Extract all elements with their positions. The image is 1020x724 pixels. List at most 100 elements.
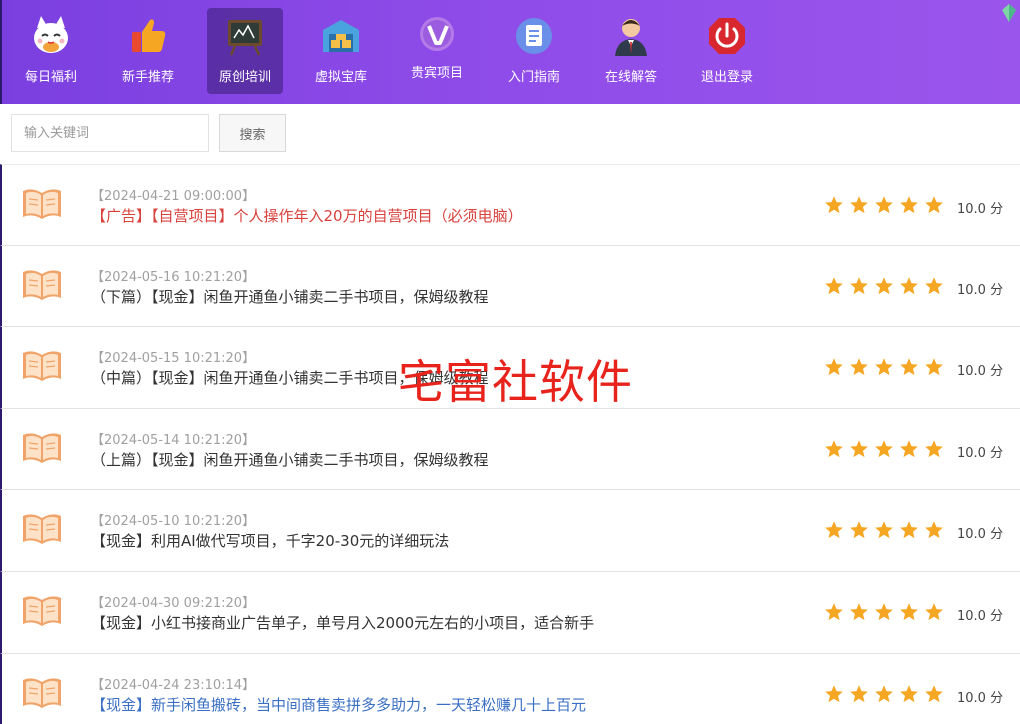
nav-item-label: 新手推荐 bbox=[121, 70, 174, 85]
list-item-score: 10.0 分 bbox=[957, 690, 1004, 706]
star-icon bbox=[899, 602, 919, 622]
star-icon bbox=[849, 357, 869, 377]
star-icon bbox=[874, 276, 894, 296]
star-icon bbox=[824, 276, 844, 296]
open-book-icon bbox=[21, 593, 63, 629]
nav-item-original-training[interactable]: 原创培训 bbox=[207, 8, 283, 94]
star-icon bbox=[849, 684, 869, 704]
star-icon bbox=[924, 602, 944, 622]
rating-stars bbox=[824, 684, 944, 704]
list-item[interactable]: 【2024-04-30 09:21:20】 【现金】小红书接商业广告单子，单号月… bbox=[0, 571, 1020, 654]
star-icon bbox=[824, 684, 844, 704]
search-input[interactable] bbox=[11, 114, 209, 152]
rating-stars bbox=[824, 195, 944, 215]
list-item-score: 10.0 分 bbox=[957, 202, 1004, 217]
thumbs-up-icon bbox=[126, 14, 170, 58]
star-icon bbox=[849, 520, 869, 540]
star-icon bbox=[824, 357, 844, 377]
list-item-title[interactable]: （上篇）【现金】闲鱼开通鱼小铺卖二手书项目，保姆级教程 bbox=[91, 449, 489, 470]
star-icon bbox=[924, 357, 944, 377]
nav-item-label: 贵宾项目 bbox=[410, 66, 463, 81]
blackboard-icon bbox=[223, 14, 267, 58]
open-book-icon bbox=[21, 348, 63, 384]
list-item-title[interactable]: 【现金】利用AI做代写项目，千字20-30元的详细玩法 bbox=[91, 530, 449, 551]
vip-badge-icon bbox=[415, 14, 459, 58]
power-icon bbox=[705, 14, 749, 58]
open-book-icon bbox=[21, 186, 63, 222]
star-icon bbox=[899, 357, 919, 377]
list-item[interactable]: 【2024-05-14 10:21:20】 （上篇）【现金】闲鱼开通鱼小铺卖二手… bbox=[0, 408, 1020, 491]
open-book-icon bbox=[21, 430, 63, 466]
rating-stars bbox=[824, 439, 944, 459]
star-icon bbox=[849, 195, 869, 215]
star-icon bbox=[824, 602, 844, 622]
nav-item-logout[interactable]: 退出登录 bbox=[689, 8, 765, 94]
nav-item-label: 退出登录 bbox=[700, 70, 753, 85]
article-list: 【2024-04-21 09:00:00】 【广告】【自营项目】个人操作年入20… bbox=[0, 164, 1020, 724]
top-nav-bar: 每日福利 新手推荐 原创培训 虚拟宝库 贵宾项目 入门指南 在线解答 退出登录 bbox=[0, 0, 1020, 104]
list-item[interactable]: 【2024-05-15 10:21:20】 （中篇）【现金】闲鱼开通鱼小铺卖二手… bbox=[0, 327, 1020, 409]
nav-item-virtual-treasury[interactable]: 虚拟宝库 bbox=[303, 8, 379, 94]
nav-item-label: 虚拟宝库 bbox=[314, 70, 367, 85]
list-item-title[interactable]: （下篇）【现金】闲鱼开通鱼小铺卖二手书项目，保姆级教程 bbox=[91, 286, 489, 307]
list-item-date: 【2024-05-10 10:21:20】 bbox=[91, 514, 256, 530]
list-item-score: 10.0 分 bbox=[957, 364, 1004, 380]
nav-item-vip-projects[interactable]: 贵宾项目 bbox=[399, 8, 475, 94]
list-item-score: 10.0 分 bbox=[957, 445, 1004, 461]
star-icon bbox=[874, 195, 894, 215]
list-item-title[interactable]: 【广告】【自营项目】个人操作年入20万的自营项目（必须电脑） bbox=[91, 205, 523, 226]
star-icon bbox=[899, 195, 919, 215]
list-item-date: 【2024-05-14 10:21:20】 bbox=[91, 432, 256, 448]
rating-stars bbox=[824, 520, 944, 540]
search-button[interactable]: 搜索 bbox=[219, 114, 286, 152]
star-icon bbox=[874, 520, 894, 540]
nav-item-beginner-recommend[interactable]: 新手推荐 bbox=[110, 8, 186, 94]
star-icon bbox=[924, 439, 944, 459]
lucky-cat-icon bbox=[29, 14, 73, 58]
list-item-score: 10.0 分 bbox=[957, 608, 1004, 624]
list-item-score: 10.0 分 bbox=[957, 527, 1004, 543]
nav-item-label: 每日福利 bbox=[24, 70, 77, 85]
list-item-date: 【2024-05-16 10:21:20】 bbox=[91, 269, 256, 285]
star-icon bbox=[899, 276, 919, 296]
star-icon bbox=[899, 439, 919, 459]
star-icon bbox=[924, 684, 944, 704]
star-icon bbox=[849, 602, 869, 622]
star-icon bbox=[874, 357, 894, 377]
list-item-title[interactable]: （中篇）【现金】闲鱼开通鱼小铺卖二手书项目，保姆级教程 bbox=[91, 367, 489, 388]
star-icon bbox=[899, 684, 919, 704]
rating-stars bbox=[824, 276, 944, 296]
list-item-score: 10.0 分 bbox=[957, 282, 1004, 298]
warehouse-icon bbox=[319, 14, 363, 58]
star-icon bbox=[824, 439, 844, 459]
nav-item-getting-started[interactable]: 入门指南 bbox=[496, 8, 572, 94]
corner-decoration-icon bbox=[1000, 2, 1018, 24]
star-icon bbox=[924, 276, 944, 296]
list-item-title[interactable]: 【现金】新手闲鱼搬砖，当中间商售卖拼多多助力，一天轻松赚几十上百元 bbox=[91, 694, 586, 715]
nav-item-label: 原创培训 bbox=[218, 70, 271, 85]
nav-item-online-answers[interactable]: 在线解答 bbox=[593, 8, 669, 94]
list-item-date: 【2024-05-15 10:21:20】 bbox=[91, 351, 256, 367]
star-icon bbox=[849, 276, 869, 296]
star-icon bbox=[824, 195, 844, 215]
list-item-date: 【2024-04-24 23:10:14】 bbox=[91, 677, 256, 693]
list-item[interactable]: 【2024-04-21 09:00:00】 【广告】【自营项目】个人操作年入20… bbox=[0, 164, 1020, 246]
support-agent-icon bbox=[609, 14, 653, 58]
star-icon bbox=[824, 520, 844, 540]
star-icon bbox=[874, 602, 894, 622]
list-item[interactable]: 【2024-04-24 23:10:14】 【现金】新手闲鱼搬砖，当中间商售卖拼… bbox=[0, 653, 1020, 724]
nav-item-daily-welfare[interactable]: 每日福利 bbox=[13, 8, 89, 94]
list-item[interactable]: 【2024-05-10 10:21:20】 【现金】利用AI做代写项目，千字20… bbox=[0, 490, 1020, 572]
list-item-date: 【2024-04-30 09:21:20】 bbox=[91, 595, 256, 611]
star-icon bbox=[924, 195, 944, 215]
rating-stars bbox=[824, 357, 944, 377]
open-book-icon bbox=[21, 675, 63, 711]
star-icon bbox=[924, 520, 944, 540]
list-item-title[interactable]: 【现金】小红书接商业广告单子，单号月入2000元左右的小项目，适合新手 bbox=[91, 612, 594, 633]
star-icon bbox=[849, 439, 869, 459]
list-item[interactable]: 【2024-05-16 10:21:20】 （下篇）【现金】闲鱼开通鱼小铺卖二手… bbox=[0, 245, 1020, 328]
open-book-icon bbox=[21, 267, 63, 303]
guide-document-icon bbox=[512, 14, 556, 58]
star-icon bbox=[899, 520, 919, 540]
open-book-icon bbox=[21, 511, 63, 547]
